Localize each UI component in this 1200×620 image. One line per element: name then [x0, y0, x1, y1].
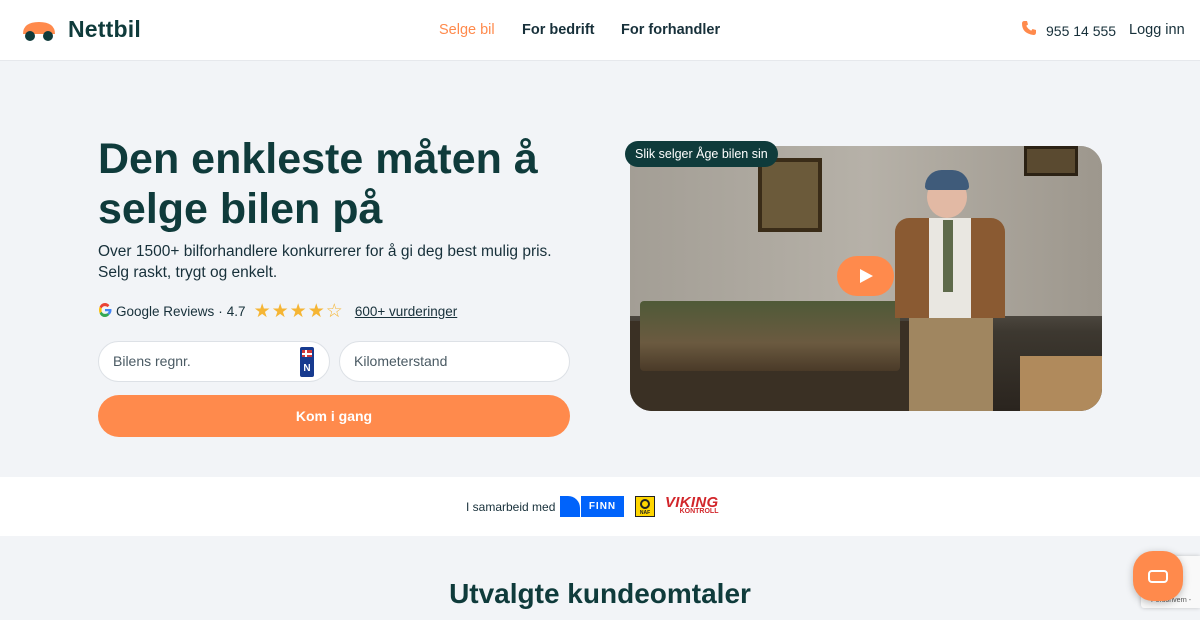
person-cap — [925, 170, 969, 190]
phone-number: 955 14 555 — [1046, 22, 1117, 39]
mileage-placeholder: Kilometerstand — [354, 353, 448, 369]
hero-headline: Den enkleste måten å selge bilen på — [98, 135, 538, 233]
reviews-source: Google Reviews — [116, 304, 215, 319]
plate-letter: N — [303, 363, 311, 374]
phone-link[interactable]: 955 14 555 — [1021, 20, 1116, 41]
nav-link-selge-bil[interactable]: Selge bil — [439, 22, 495, 38]
video-painting — [1024, 146, 1078, 176]
phone-icon — [1021, 20, 1037, 41]
finn-text: FINN — [581, 496, 624, 517]
testimonials-section: Utvalgte kundeomtaler — [0, 536, 1200, 620]
video-person — [895, 170, 1005, 411]
hero-video[interactable] — [630, 146, 1102, 411]
get-started-button[interactable]: Kom i gang — [98, 395, 570, 437]
play-button[interactable] — [837, 256, 894, 296]
main-nav: Selge bil For bedrift For forhandler — [0, 0, 1200, 61]
video-badge: Slik selger Åge bilen sin — [625, 141, 778, 167]
google-icon — [98, 303, 112, 320]
partners-label: I samarbeid med — [466, 500, 556, 514]
half-star-icon: ☆ — [325, 301, 343, 322]
nav-link-for-forhandler[interactable]: For forhandler — [621, 22, 720, 38]
reviews-link[interactable]: 600+ vurderinger — [355, 304, 457, 319]
person-tie — [943, 220, 953, 292]
person-pants — [909, 316, 993, 411]
star-icon: ★ — [271, 301, 289, 322]
naf-text: NAF — [639, 510, 651, 516]
naf-logo: NAF — [635, 496, 655, 517]
nav-link-for-bedrift[interactable]: For bedrift — [522, 22, 595, 38]
chat-button[interactable] — [1133, 551, 1183, 601]
rating-stars: ★ ★ ★ ★ ☆ — [254, 302, 343, 321]
google-reviews: Google Reviews · 4.7 ★ ★ ★ ★ ☆ 600+ vurd… — [98, 302, 457, 321]
norwegian-plate-icon: N — [300, 347, 314, 377]
naf-wheel-icon — [640, 499, 650, 509]
hero-subtext: Over 1500+ bilforhandlere konkurrerer fo… — [98, 243, 552, 281]
site-header: Nettbil Selge bil For bedrift For forhan… — [0, 0, 1200, 61]
star-icon: ★ — [289, 301, 307, 322]
chat-icon — [1148, 570, 1168, 583]
video-desk — [1020, 356, 1102, 411]
hero-section: Den enkleste måten å selge bilen på Over… — [0, 61, 1200, 477]
video-painting — [758, 158, 822, 232]
login-link[interactable]: Logg inn — [1129, 22, 1185, 38]
regnr-placeholder: Bilens regnr. — [113, 353, 191, 369]
mileage-input[interactable]: Kilometerstand — [339, 341, 570, 382]
norway-flag-icon — [302, 350, 312, 357]
viking-kontroll-logo: VIKING KONTROLL — [665, 494, 718, 515]
testimonials-title: Utvalgte kundeomtaler — [449, 578, 751, 609]
reviews-rating: 4.7 — [226, 304, 246, 319]
finn-shape — [560, 496, 580, 517]
star-icon: ★ — [253, 301, 271, 322]
reviews-separator: · — [218, 304, 223, 319]
video-model-railway — [640, 301, 900, 371]
star-icon: ★ — [307, 301, 325, 322]
finn-logo: FINN — [560, 496, 624, 517]
partners-bar: I samarbeid med FINN NAF VIKING KONTROLL — [0, 477, 1200, 536]
regnr-input[interactable]: Bilens regnr. N — [98, 341, 330, 382]
